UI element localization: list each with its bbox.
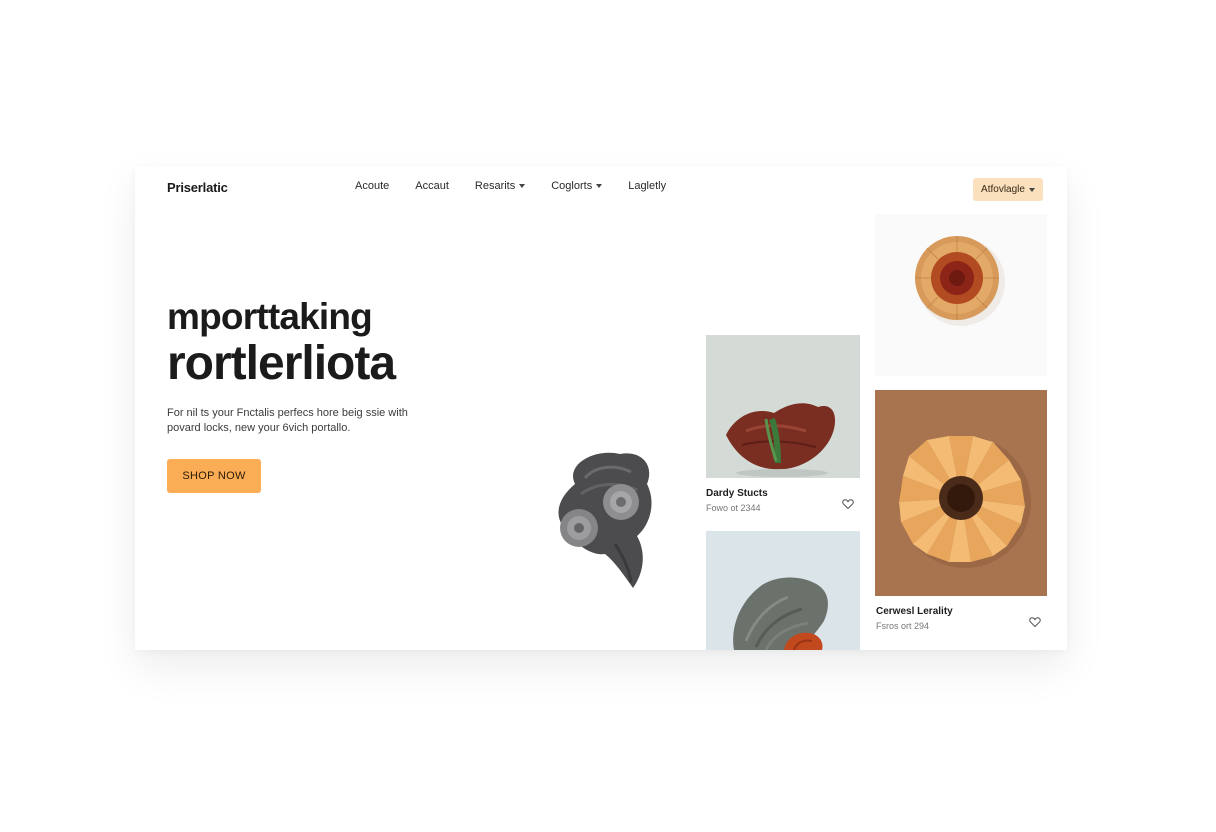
nav-item-label: Resarits [474,180,516,192]
hero-description: For nil ts your Fnctalis perfecs hore be… [167,407,408,434]
shop-now-button[interactable]: SHOP NOW [167,459,261,493]
nav-item-label: Coglorts [551,180,593,192]
paper-sunflower-sculpture-image [875,390,1047,596]
chevron-down-icon [519,184,526,188]
card-subtitle: Fsros ort 294 [876,621,930,631]
heart-icon[interactable] [842,498,854,510]
card-title[interactable]: Dardy Stucts [706,488,768,499]
sculpture-image [558,452,652,588]
product-image[interactable] [706,335,860,478]
brand-logo[interactable]: Priserlatic [167,180,228,195]
product-image[interactable] [706,531,860,650]
page-frame: Priserlatic Acoute Accaut Resarits Coglo… [135,166,1067,650]
grey-fan-sculpture-image [706,531,860,650]
hero-title-line2: rortlerliota [167,337,396,390]
product-image[interactable] [875,390,1047,596]
red-fan-sculpture-image [706,335,860,478]
nav-item-label: Accaut [415,180,449,192]
heart-icon[interactable] [1029,616,1041,628]
main-nav: Acoute Accaut Resarits Coglorts Lagletly [355,180,692,192]
nav-item-acoute[interactable]: Acoute [355,180,389,192]
nav-item-lagletly[interactable]: Lagletly [628,180,666,192]
chevron-down-icon [596,184,603,188]
hero-title-line1: mporttaking [167,296,373,337]
card-subtitle: Fowo ot 2344 [706,503,761,513]
card-title[interactable]: Cerwesl Lerality [876,606,953,617]
nav-item-label: Lagletly [628,180,667,192]
product-image[interactable] [875,214,1047,376]
header-dropdown-label: Atfovlagle [981,184,1025,195]
nav-item-coglorts[interactable]: Coglorts [551,180,603,192]
nav-item-accaut[interactable]: Accaut [415,180,449,192]
chevron-down-icon [1028,187,1035,192]
nav-item-label: Acoute [355,180,390,192]
orange-flower-sculpture-image [875,214,1047,376]
nav-item-resarits[interactable]: Resarits [474,180,526,192]
header-dropdown-button[interactable]: Atfovlagle [973,178,1043,201]
